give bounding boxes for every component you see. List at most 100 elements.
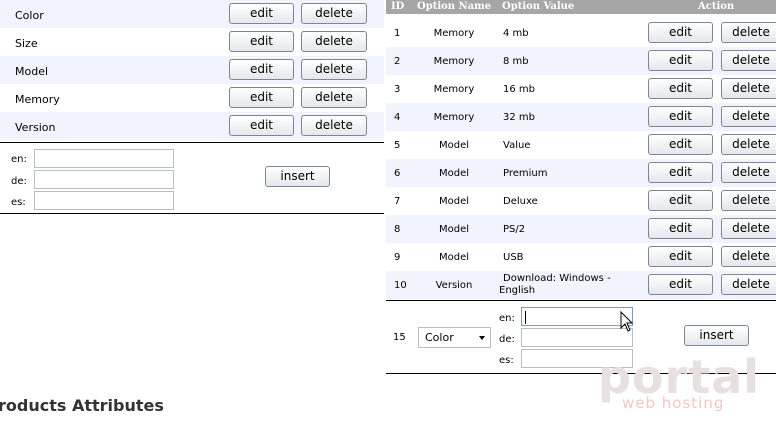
new-row-id: 15 — [393, 332, 406, 343]
divider — [0, 213, 384, 214]
edit-button[interactable]: edit — [229, 115, 294, 136]
row-option-name: Memory — [433, 84, 475, 95]
column-action: Action — [698, 1, 735, 12]
option-name: Color — [15, 9, 44, 22]
divider — [386, 300, 776, 301]
row-option-value: 8 mb — [503, 56, 529, 67]
section-heading: roducts Attributes — [0, 396, 164, 415]
es-label: es: — [499, 355, 514, 366]
divider — [0, 142, 384, 143]
delete-button[interactable]: delete — [721, 78, 776, 99]
edit-button[interactable]: edit — [229, 31, 294, 52]
delete-button[interactable]: delete — [301, 115, 367, 136]
option-name-row: Size edit delete — [0, 28, 384, 56]
table-row: 4 Memory 32 mb edit delete — [386, 103, 776, 131]
es-label: es: — [11, 197, 26, 208]
de-value-input[interactable] — [521, 328, 633, 347]
edit-button[interactable]: edit — [648, 218, 713, 239]
row-option-value-line: Download: Windows - — [503, 273, 611, 284]
delete-button[interactable]: delete — [721, 106, 776, 127]
row-option-value: Premium — [503, 168, 548, 179]
row-id: 8 — [394, 224, 401, 235]
option-name: Memory — [15, 93, 60, 106]
edit-button[interactable]: edit — [648, 106, 713, 127]
edit-button[interactable]: edit — [648, 246, 713, 267]
option-name: Version — [15, 121, 56, 134]
row-option-name: Memory — [433, 28, 475, 39]
edit-button[interactable]: edit — [229, 59, 294, 80]
table-row: 1 Memory 4 mb edit delete — [386, 19, 776, 47]
table-row: 7 Model Deluxe edit delete — [386, 187, 776, 215]
row-id: 7 — [394, 196, 401, 207]
insert-name-button[interactable]: insert — [265, 166, 330, 187]
option-name: Size — [15, 37, 38, 50]
row-id: 6 — [394, 168, 401, 179]
row-option-value-line: English — [499, 285, 536, 296]
table-row: 10 Version Download: Windows - English e… — [386, 271, 776, 299]
delete-button[interactable]: delete — [721, 218, 776, 239]
table-row: 3 Memory 16 mb edit delete — [386, 75, 776, 103]
option-name: Model — [15, 65, 49, 78]
row-option-name: Model — [438, 168, 470, 179]
row-option-name: Model — [438, 140, 470, 151]
option-name-select-value: Color — [425, 331, 454, 344]
table-row: 5 Model Value edit delete — [386, 131, 776, 159]
delete-button[interactable]: delete — [301, 31, 367, 52]
chevron-down-icon — [479, 336, 485, 340]
de-name-input[interactable] — [34, 170, 174, 189]
row-option-value: USB — [503, 252, 524, 263]
en-value-input[interactable] — [521, 307, 633, 326]
logo-tagline: web hosting — [622, 394, 725, 412]
row-id: 2 — [394, 56, 401, 67]
edit-button[interactable]: edit — [648, 22, 713, 43]
row-option-value: Deluxe — [503, 196, 538, 207]
edit-button[interactable]: edit — [229, 3, 294, 24]
insert-value-button[interactable]: insert — [684, 325, 749, 346]
portal-logo: portal web hosting — [598, 354, 759, 414]
edit-button[interactable]: edit — [229, 87, 294, 108]
edit-button[interactable]: edit — [648, 162, 713, 183]
delete-button[interactable]: delete — [721, 190, 776, 211]
delete-button[interactable]: delete — [301, 3, 367, 24]
delete-button[interactable]: delete — [721, 162, 776, 183]
values-table-header: ID Option Name Option Value Action — [386, 0, 776, 14]
option-name-select[interactable]: Color — [418, 327, 491, 348]
mouse-pointer-icon — [620, 311, 634, 332]
edit-button[interactable]: edit — [648, 274, 713, 295]
row-id: 5 — [394, 140, 401, 151]
edit-button[interactable]: edit — [648, 78, 713, 99]
row-option-name: Memory — [433, 112, 475, 123]
row-option-value: Value — [503, 140, 531, 151]
delete-button[interactable]: delete — [721, 50, 776, 71]
row-option-value: 32 mb — [503, 112, 535, 123]
column-option-name: Option Name — [417, 1, 492, 12]
delete-button[interactable]: delete — [721, 22, 776, 43]
row-option-name: Model — [438, 196, 470, 207]
delete-button[interactable]: delete — [721, 246, 776, 267]
row-id: 4 — [394, 112, 401, 123]
option-name-row: Version edit delete — [0, 112, 384, 140]
row-id: 1 — [394, 28, 401, 39]
text-caret — [525, 311, 526, 324]
table-row: 2 Memory 8 mb edit delete — [386, 47, 776, 75]
row-option-value: Download: Windows - English — [499, 273, 629, 297]
row-id: 9 — [394, 252, 401, 263]
de-label: de: — [499, 334, 515, 345]
delete-button[interactable]: delete — [721, 274, 776, 295]
row-option-value: PS/2 — [503, 224, 526, 235]
delete-button[interactable]: delete — [301, 59, 367, 80]
option-name-row: Memory edit delete — [0, 84, 384, 112]
en-label: en: — [499, 313, 515, 324]
option-name-row: Color edit delete — [0, 0, 384, 28]
delete-button[interactable]: delete — [721, 134, 776, 155]
row-id: 10 — [394, 280, 407, 291]
row-option-name: Model — [438, 252, 470, 263]
delete-button[interactable]: delete — [301, 87, 367, 108]
edit-button[interactable]: edit — [648, 190, 713, 211]
es-name-input[interactable] — [34, 191, 174, 210]
column-option-value: Option Value — [502, 1, 575, 12]
en-name-input[interactable] — [34, 149, 174, 168]
edit-button[interactable]: edit — [648, 134, 713, 155]
edit-button[interactable]: edit — [648, 50, 713, 71]
row-option-name: Model — [438, 224, 470, 235]
